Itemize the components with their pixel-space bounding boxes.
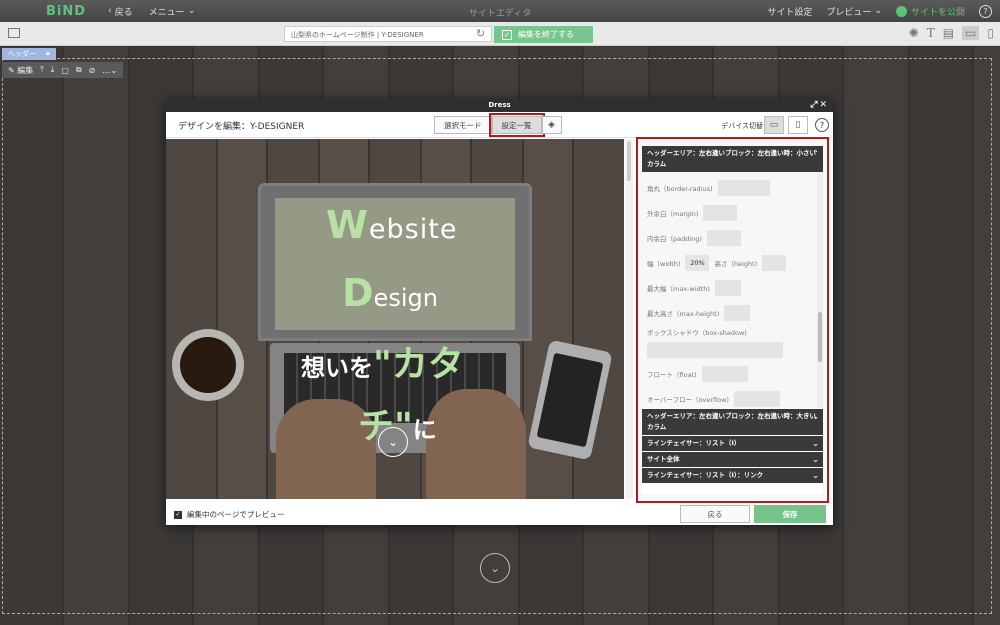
spinner-icon[interactable]: ✺	[909, 26, 919, 40]
scroll-down-icon: ⌄	[480, 553, 510, 583]
sidebar-toggle-icon[interactable]	[8, 28, 20, 38]
publish-site-button[interactable]: サイトを公開	[895, 5, 965, 18]
dress-dialog: Dress ⤢✕ デザインを編集：Y-DESIGNER 選択モード 設定一覧 ◈…	[166, 99, 833, 525]
check-icon: ✓	[502, 29, 512, 40]
block-icon[interactable]: ▢	[61, 66, 69, 75]
save-button[interactable]: 保存	[754, 505, 826, 523]
hero-design: Design	[342, 271, 438, 315]
preview-checkbox[interactable]: ✓ 編集中のページでプレビュー	[174, 509, 284, 520]
panel-scrollbar[interactable]	[817, 172, 823, 408]
app-topbar: BiND ‹ 戻る メニュー ⌄ サイトエディタ サイト設定 プレビュー ⌄ サイトを…	[0, 0, 1000, 22]
block-edit-toolbar: ✎ 編集 ⤒ ⤓ ▢ ⧉ ⊘ …⌄	[2, 62, 124, 78]
chevron-down-icon: ⌄	[874, 6, 882, 16]
section-header[interactable]: ラインチェイサー：リスト（I）：リンク ⌄	[642, 468, 823, 483]
more-icon[interactable]: …⌄	[102, 66, 117, 75]
back-button[interactable]: ‹ 戻る	[108, 5, 133, 18]
move-down-icon[interactable]: ⤓	[51, 65, 55, 75]
max-width-input[interactable]	[714, 279, 741, 296]
dialog-heading: デザインを編集：Y-DESIGNER	[178, 122, 305, 132]
help-icon[interactable]: ?	[979, 4, 992, 18]
chevron-down-icon: ⌄	[812, 455, 819, 464]
hero-catch-line1: 想いを"カタ	[301, 344, 464, 385]
page-url-field[interactable]: 山梨県のホームページ制作 | Y-DESIGNER	[284, 26, 492, 42]
reload-icon[interactable]: ↻	[476, 27, 485, 40]
lock-icon: 🔒︎	[46, 49, 50, 57]
section-header[interactable]: サイト全体 ⌄	[642, 452, 823, 467]
select-mode-button[interactable]: 選択モード	[434, 116, 492, 134]
chevron-left-icon: ‹	[108, 6, 112, 16]
site-settings-button[interactable]: サイト設定	[767, 5, 812, 18]
box-shadow-input[interactable]	[647, 342, 783, 358]
margin-input[interactable]	[703, 204, 738, 221]
max-height-input[interactable]	[724, 304, 751, 321]
back-button[interactable]: 戻る	[680, 505, 750, 523]
design-preview[interactable]: Website Design 想いを"カタ チ"に ⌄	[166, 139, 624, 499]
settings-panel: ヘッダーエリア：左右違いブロック：左右違い時：小さいカラム ⌃ 角丸（border…	[636, 137, 829, 503]
section-header[interactable]: ラインチェイサー：リスト（I） ⌄	[642, 436, 823, 451]
close-icon[interactable]: ✕	[819, 100, 829, 110]
preview-scrollbar[interactable]	[625, 139, 633, 499]
dialog-header: デザインを編集：Y-DESIGNER 選択モード 設定一覧 ◈ デバイス切替 ▭…	[166, 112, 833, 138]
padding-input[interactable]	[706, 229, 741, 246]
preview-menu-button[interactable]: プレビュー ⌄	[826, 5, 882, 18]
settings-list-button[interactable]: 設定一覧	[488, 113, 545, 137]
end-edit-button[interactable]: ✓ 編集を終了する	[494, 26, 593, 43]
desktop-icon[interactable]: ▭	[962, 26, 980, 40]
header-block-tag[interactable]: ヘッダー 🔒︎	[2, 48, 56, 60]
dialog-titlebar: Dress ⤢✕	[166, 99, 833, 112]
hero-text: Website Design 想いを"カタ チ"に ⌄	[166, 139, 624, 499]
dialog-footer: ✓ 編集中のページでプレビュー 戻る 保存	[166, 502, 833, 525]
menu-button[interactable]: メニュー ⌄	[149, 5, 196, 18]
copy-icon[interactable]: ⧉	[76, 65, 82, 75]
chevron-down-icon: ⌄	[812, 439, 819, 448]
hide-icon[interactable]: ⊘	[89, 66, 96, 75]
section-fields: 角丸（border-radius) 外余白（margin) 内余白（paddin…	[642, 172, 823, 408]
text-style-icon[interactable]: T	[927, 26, 935, 40]
chevron-down-icon: ⌄	[812, 471, 819, 480]
dress-icon[interactable]: ◈	[541, 116, 562, 134]
mobile-icon[interactable]: ▯	[987, 26, 994, 40]
height-input[interactable]	[762, 254, 787, 271]
publish-icon	[895, 5, 907, 17]
checkbox-icon: ✓	[174, 510, 182, 519]
chevron-up-icon: ⌃	[812, 149, 819, 158]
float-input[interactable]	[701, 365, 748, 382]
section-header-active[interactable]: ヘッダーエリア：左右違いブロック：左右違い時：小さいカラム ⌃	[642, 146, 823, 172]
overflow-input[interactable]	[733, 390, 780, 407]
mobile-icon[interactable]: ▯	[788, 116, 808, 134]
border-radius-input[interactable]	[717, 179, 770, 196]
chevron-down-icon: ⌄	[812, 412, 819, 421]
editor-toolbar: 山梨県のホームページ制作 | Y-DESIGNER ↻ ✓ 編集を終了する ✺ T…	[0, 22, 1000, 46]
edit-button[interactable]: ✎ 編集	[8, 65, 33, 76]
device-switch-label: デバイス切替	[721, 122, 763, 130]
app-logo: BiND	[46, 3, 87, 19]
move-up-icon[interactable]: ⤒	[40, 65, 44, 75]
width-input[interactable]: 20%	[685, 254, 710, 271]
hero-website: Website	[326, 203, 458, 247]
layout-icon[interactable]: ▤	[943, 26, 954, 40]
chevron-down-icon: ⌄	[187, 6, 196, 16]
section-header[interactable]: ヘッダーエリア：左右違いブロック：左右違い時：大きいカラム ⌄	[642, 409, 823, 435]
scroll-down-icon[interactable]: ⌄	[378, 427, 408, 457]
help-icon[interactable]: ?	[815, 118, 829, 132]
desktop-icon[interactable]: ▭	[764, 116, 784, 134]
